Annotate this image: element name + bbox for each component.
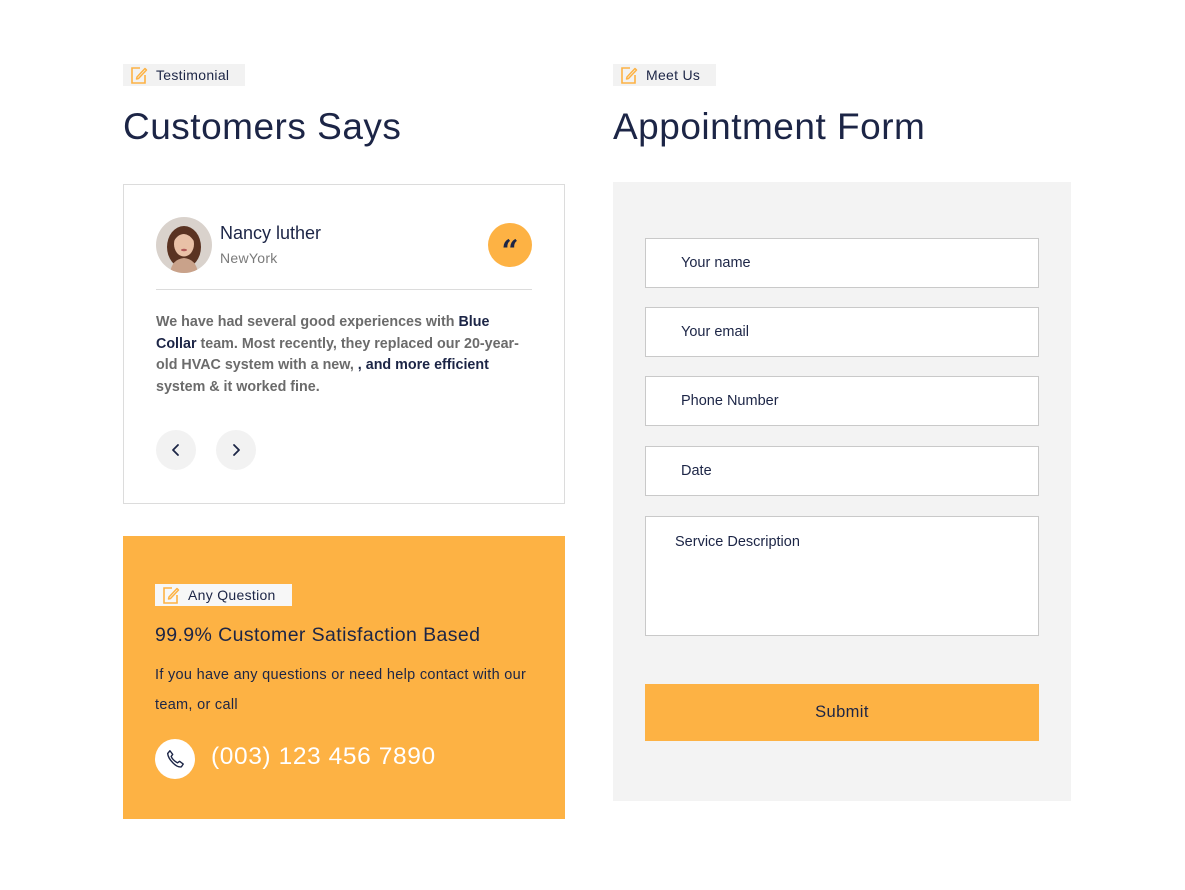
phone-number-link[interactable]: (003) 123 456 7890 <box>211 743 436 771</box>
appointment-tag-label: Meet Us <box>646 67 701 83</box>
edit-note-icon <box>162 585 180 605</box>
phone-field-wrapper <box>645 376 1039 426</box>
name-input[interactable] <box>646 239 1038 287</box>
question-tag-label: Any Question <box>188 587 276 603</box>
phone-input[interactable] <box>646 377 1038 425</box>
email-input[interactable] <box>646 308 1038 356</box>
review-text-highlight: , and more efficient <box>357 357 489 374</box>
phone-icon <box>155 739 195 779</box>
question-tag: Any Question <box>155 584 292 606</box>
quote-icon: “ <box>488 223 532 267</box>
testimonial-heading: Customers Says <box>123 106 402 147</box>
question-card: Any Question 99.9% Customer Satisfaction… <box>123 536 565 819</box>
testimonial-tag-label: Testimonial <box>156 67 230 83</box>
prev-button[interactable] <box>156 430 196 470</box>
appointment-tag: Meet Us <box>613 64 717 86</box>
submit-button[interactable]: Submit <box>645 684 1039 741</box>
email-field-wrapper <box>645 307 1039 357</box>
card-divider <box>156 289 532 290</box>
date-field-wrapper <box>645 446 1039 496</box>
question-description: If you have any questions or need help c… <box>155 667 527 713</box>
appointment-form: Submit <box>613 182 1071 801</box>
service-description-textarea[interactable] <box>646 517 1038 635</box>
reviewer-name: Nancy luther <box>220 223 322 243</box>
avatar <box>156 217 212 273</box>
question-title: 99.9% Customer Satisfaction Based <box>155 624 481 646</box>
date-input[interactable] <box>646 447 1038 495</box>
reviewer-location: NewYork <box>220 250 278 266</box>
next-button[interactable] <box>216 430 256 470</box>
appointment-heading: Appointment Form <box>613 106 926 147</box>
edit-note-icon <box>130 65 148 85</box>
testimonial-card: Nancy luther NewYork “ We have had sever… <box>123 184 565 504</box>
review-text-part: We have had several good experiences wit… <box>156 314 459 330</box>
edit-note-icon <box>620 65 638 85</box>
review-text: We have had several good experiences wit… <box>156 312 526 399</box>
name-field-wrapper <box>645 238 1039 288</box>
description-field-wrapper <box>645 516 1039 636</box>
review-text-part: system & it worked fine. <box>156 379 320 396</box>
chevron-left-icon <box>172 444 179 456</box>
chevron-right-icon <box>233 444 240 456</box>
testimonial-tag: Testimonial <box>123 64 246 86</box>
